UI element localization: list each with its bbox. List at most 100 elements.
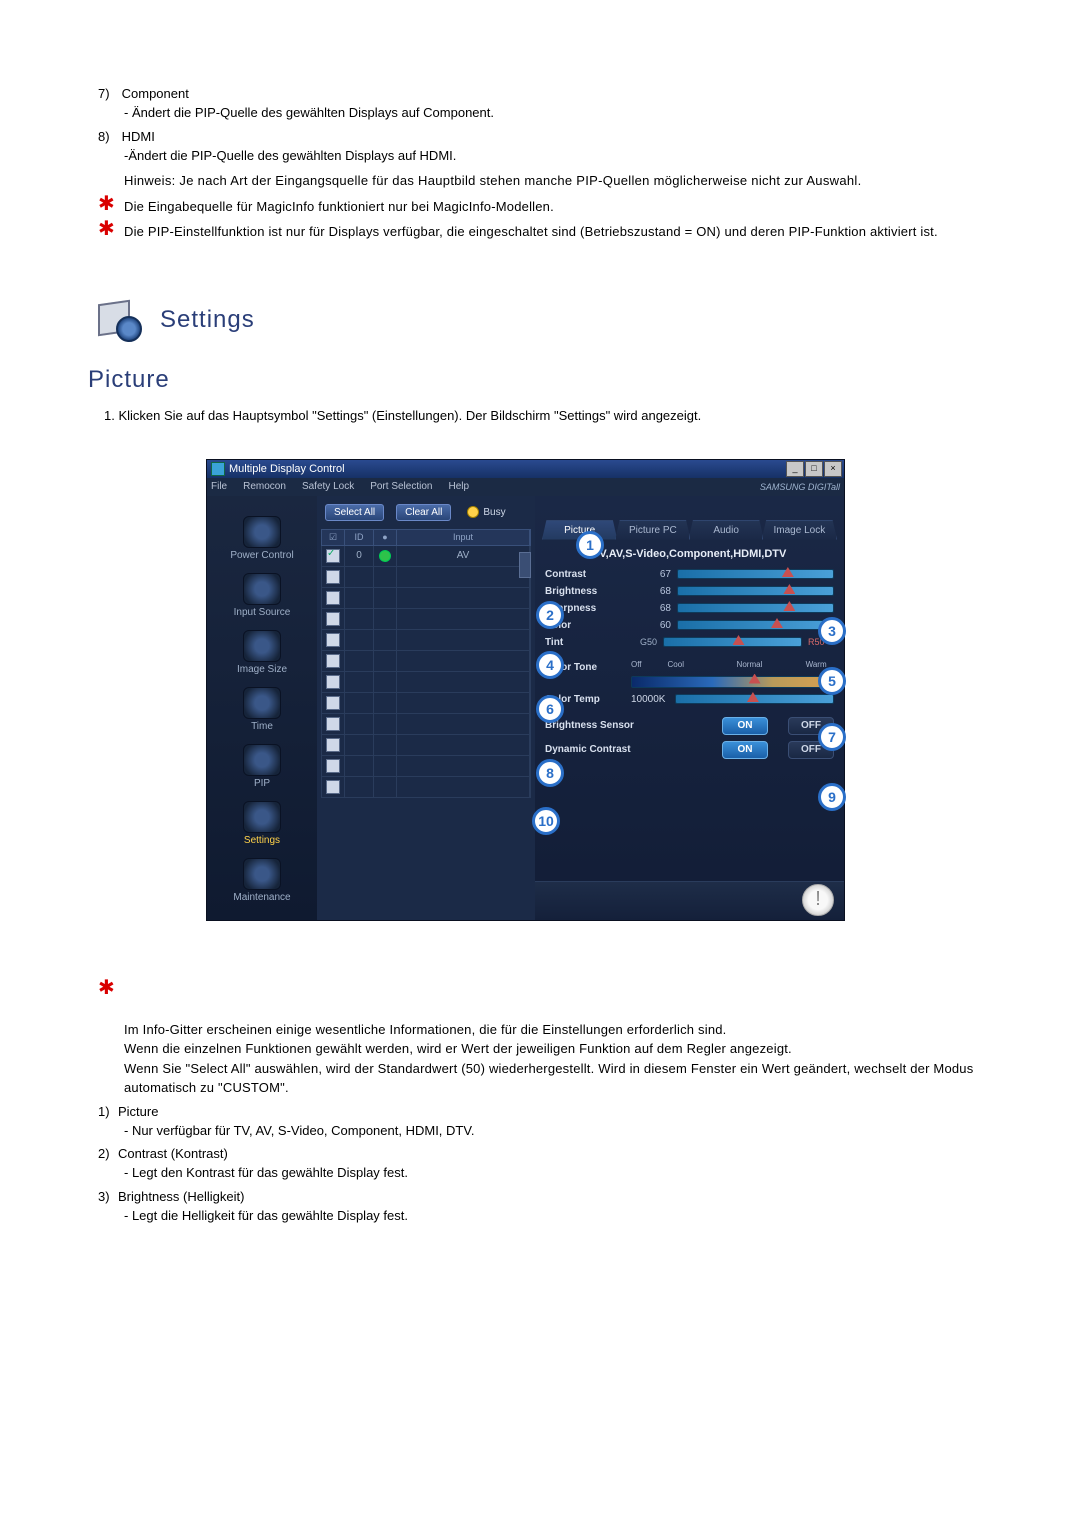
tone-off: Off <box>631 660 642 669</box>
item-7: 7) Component <box>98 86 1000 101</box>
sidebar-item-settings[interactable]: Settings <box>220 801 304 846</box>
row-id <box>345 630 374 650</box>
item-number: 8) <box>98 129 118 144</box>
bottom-item-1: 1)Picture <box>98 1104 1000 1119</box>
sidebar-item-power-control[interactable]: Power Control <box>220 516 304 561</box>
row-checkbox[interactable] <box>326 696 340 710</box>
item-title: Component <box>122 86 189 101</box>
settings-panel: Picture Picture PC Audio Image Lock TV,A… <box>535 496 844 920</box>
bottom-item-1-line: - Nur verfügbar für TV, AV, S-Video, Com… <box>124 1121 1000 1141</box>
tab-picture-pc[interactable]: Picture PC <box>615 520 690 540</box>
status-bar: ! <box>535 881 844 920</box>
table-row[interactable] <box>321 693 531 714</box>
app-screenshot: Multiple Display Control _ □ × File Remo… <box>206 459 843 921</box>
col-input: Input <box>397 530 530 545</box>
tint-slider[interactable] <box>663 637 802 647</box>
color-slider[interactable] <box>677 620 834 630</box>
table-row[interactable]: 0AV <box>321 546 531 567</box>
menu-help[interactable]: Help <box>448 481 469 492</box>
table-row[interactable] <box>321 714 531 735</box>
brightness-label: Brightness <box>545 586 625 597</box>
settings-heading: Settings <box>160 306 255 334</box>
row-checkbox[interactable] <box>326 549 340 563</box>
row-checkbox[interactable] <box>326 759 340 773</box>
sidebar-item-input-source[interactable]: Input Source <box>220 573 304 618</box>
settings-cube-icon <box>98 298 142 342</box>
table-row[interactable] <box>321 672 531 693</box>
star-text: Die PIP-Einstellfunktion ist nur für Dis… <box>124 224 938 239</box>
bottom-item-3-line: - Legt die Helligkeit für das gewählte D… <box>124 1206 1000 1226</box>
menu-file[interactable]: File <box>211 481 227 492</box>
tab-image-lock[interactable]: Image Lock <box>762 520 837 540</box>
app-icon <box>211 462 225 476</box>
tone-warm: Warm <box>806 660 827 669</box>
table-row[interactable] <box>321 609 531 630</box>
item-number: 7) <box>98 86 118 101</box>
star-note-1: ✱ Die Eingabequelle für MagicInfo funkti… <box>98 197 1000 217</box>
sharpness-row: Sharpness 68 <box>535 600 844 617</box>
table-row[interactable] <box>321 567 531 588</box>
sidebar-item-time[interactable]: Time <box>220 687 304 732</box>
row-checkbox[interactable] <box>326 612 340 626</box>
brightness-sensor-row: Brightness Sensor ON OFF <box>535 714 844 738</box>
sidebar-item-maintenance[interactable]: Maintenance <box>220 858 304 903</box>
sidebar-item-label: Input Source <box>234 607 291 618</box>
settings-header: Settings <box>98 298 1000 342</box>
alert-icon: ! <box>802 884 834 916</box>
clear-all-button[interactable]: Clear All <box>396 504 451 521</box>
row-checkbox[interactable] <box>326 675 340 689</box>
bottom-item-2: 2)Contrast (Kontrast) <box>98 1146 1000 1161</box>
row-checkbox[interactable] <box>326 591 340 605</box>
sharpness-slider[interactable] <box>677 603 834 613</box>
dynamic-contrast-row: Dynamic Contrast ON OFF <box>535 738 844 762</box>
table-row[interactable] <box>321 777 531 798</box>
row-checkbox[interactable] <box>326 738 340 752</box>
table-row[interactable] <box>321 735 531 756</box>
busy-label: Busy <box>483 507 505 518</box>
menu-safety-lock[interactable]: Safety Lock <box>302 481 354 492</box>
menu-remocon[interactable]: Remocon <box>243 481 286 492</box>
table-row[interactable] <box>321 651 531 672</box>
callout-8: 8 <box>536 759 564 787</box>
settings-icon <box>243 801 281 833</box>
info-grid-panel: Select All Clear All Busy ☑ ID ● Input 0… <box>317 496 535 920</box>
row-checkbox[interactable] <box>326 717 340 731</box>
row-checkbox[interactable] <box>326 780 340 794</box>
maximize-button[interactable]: □ <box>805 461 823 477</box>
tab-audio[interactable]: Audio <box>689 520 764 540</box>
color-tone-slider[interactable] <box>631 676 834 688</box>
item-8: 8) HDMI <box>98 129 1000 144</box>
brightness-slider[interactable] <box>677 586 834 596</box>
col-status: ● <box>374 530 397 545</box>
callout-6: 6 <box>536 695 564 723</box>
contrast-slider[interactable] <box>677 569 834 579</box>
scrollbar-thumb[interactable] <box>519 552 531 578</box>
color-temp-slider[interactable] <box>675 694 834 704</box>
row-checkbox[interactable] <box>326 654 340 668</box>
item-title: HDMI <box>122 129 155 144</box>
tone-cool: Cool <box>668 660 684 669</box>
dynamic-contrast-on[interactable]: ON <box>722 741 768 759</box>
picture-heading: Picture <box>88 366 1000 394</box>
table-row[interactable] <box>321 588 531 609</box>
table-row[interactable] <box>321 630 531 651</box>
table-row[interactable] <box>321 756 531 777</box>
row-input <box>397 693 530 713</box>
intro-text: 1. Klicken Sie auf das Hauptsymbol "Sett… <box>104 408 1000 423</box>
color-row: Color 60 <box>535 617 844 634</box>
maintenance-icon <box>243 858 281 890</box>
star-note-2: ✱ Die PIP-Einstellfunktion ist nur für D… <box>98 222 1000 242</box>
sidebar-item-image-size[interactable]: Image Size <box>220 630 304 675</box>
tone-normal: Normal <box>737 660 763 669</box>
select-all-button[interactable]: Select All <box>325 504 384 521</box>
brightness-sensor-on[interactable]: ON <box>722 717 768 735</box>
row-checkbox[interactable] <box>326 633 340 647</box>
minimize-button[interactable]: _ <box>786 461 804 477</box>
contrast-value: 67 <box>631 569 671 580</box>
row-input <box>397 777 530 797</box>
row-checkbox[interactable] <box>326 570 340 584</box>
menu-port-selection[interactable]: Port Selection <box>370 481 432 492</box>
close-button[interactable]: × <box>824 461 842 477</box>
row-id <box>345 651 374 671</box>
sidebar-item-pip[interactable]: PIP <box>220 744 304 789</box>
